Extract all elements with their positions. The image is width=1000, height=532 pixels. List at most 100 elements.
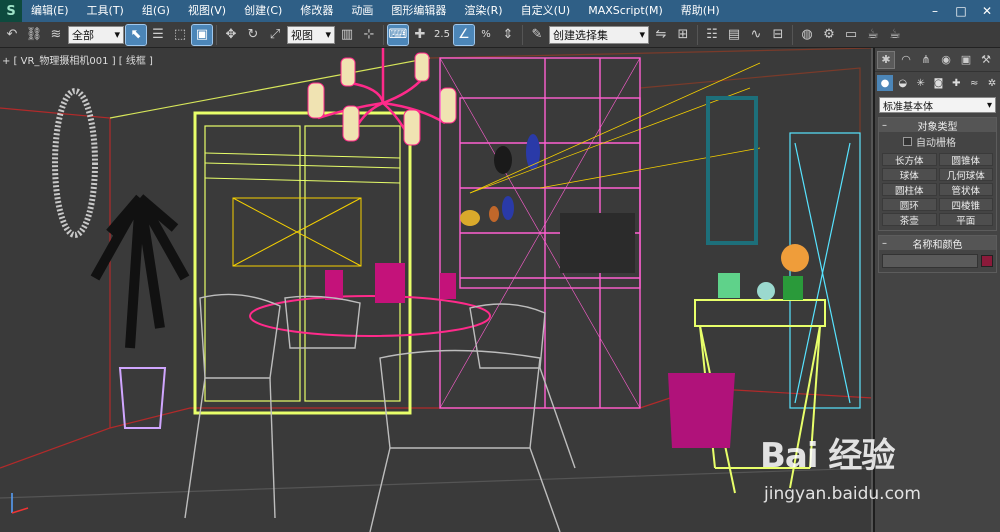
- window-crossing-icon[interactable]: ▣: [191, 23, 213, 46]
- select-move-icon[interactable]: ✥: [221, 25, 241, 45]
- menu-views[interactable]: 视图(V): [179, 0, 235, 22]
- angle-snap-icon[interactable]: 2.5: [432, 25, 452, 45]
- display-icon[interactable]: ▣: [957, 51, 975, 69]
- divider: [792, 24, 793, 45]
- select-object-icon[interactable]: ⬉: [125, 23, 147, 46]
- menu-create[interactable]: 创建(C): [235, 0, 291, 22]
- category-dropdown[interactable]: 标准基本体 ▾: [879, 97, 996, 113]
- divider: [697, 24, 698, 45]
- create-icon[interactable]: ✱: [877, 50, 895, 69]
- autogrid-row[interactable]: 自动栅格: [879, 132, 996, 151]
- teapot-button[interactable]: 茶壶: [882, 213, 937, 227]
- sphere-button[interactable]: 球体: [882, 168, 937, 182]
- utilities-icon[interactable]: ⚒: [977, 51, 995, 69]
- hierarchy-icon[interactable]: ⋔: [917, 51, 935, 69]
- plane-button[interactable]: 平面: [938, 213, 993, 227]
- helpers-icon[interactable]: ✚: [948, 75, 964, 91]
- axis-gizmo: [11, 493, 29, 514]
- render-iterative-icon[interactable]: ☕: [885, 25, 905, 45]
- name-color-row: [879, 250, 996, 272]
- mirror-icon[interactable]: ⇋: [651, 25, 671, 45]
- chevron-down-icon: ▾: [986, 99, 992, 111]
- maximize-button[interactable]: □: [948, 0, 974, 22]
- geometry-icon[interactable]: ●: [877, 75, 893, 91]
- menu-maxscript[interactable]: MAXScript(M): [579, 0, 672, 22]
- angle-snap-label: 2.5: [434, 29, 450, 40]
- systems-icon[interactable]: ✲: [984, 75, 1000, 91]
- divider: [522, 24, 523, 45]
- menu-graph-editors[interactable]: 图形编辑器: [382, 0, 455, 22]
- watermark-url: jingyan.baidu.com: [764, 484, 921, 504]
- link-icon[interactable]: ⛓: [24, 25, 44, 45]
- menu-group[interactable]: 组(G): [133, 0, 179, 22]
- pyramid-button[interactable]: 四棱锥: [938, 198, 993, 212]
- menu-rendering[interactable]: 渲染(R): [455, 0, 511, 22]
- menu-modifiers[interactable]: 修改器: [291, 0, 342, 22]
- console-vase: [783, 276, 803, 300]
- material-editor-icon[interactable]: ◍: [797, 25, 817, 45]
- cone-button[interactable]: 圆锥体: [938, 153, 993, 167]
- select-manipulate-icon[interactable]: ⊹: [359, 25, 379, 45]
- cameras-icon[interactable]: ◙: [931, 75, 947, 91]
- cylinder-button[interactable]: 圆柱体: [882, 183, 937, 197]
- angle-snap-toggle-icon[interactable]: ∠: [453, 23, 475, 46]
- layer-manager-icon[interactable]: ☷: [702, 25, 722, 45]
- lights-icon[interactable]: ✳: [913, 75, 929, 91]
- menu-tools[interactable]: 工具(T): [78, 0, 133, 22]
- undo-icon[interactable]: ↶: [2, 25, 22, 45]
- render-production-icon[interactable]: ☕: [863, 25, 883, 45]
- torus-button[interactable]: 圆环: [882, 198, 937, 212]
- minimize-button[interactable]: –: [922, 0, 948, 22]
- name-color-header[interactable]: – 名称和颜色: [879, 236, 996, 251]
- selection-filter-value: 全部: [72, 28, 94, 42]
- create-subcategory-tabs: ● ◒ ✳ ◙ ✚ ≈ ✲: [875, 72, 1000, 94]
- geosphere-button[interactable]: 几何球体: [938, 168, 993, 182]
- object-type-buttons: 长方体 圆锥体 球体 几何球体 圆柱体 管状体 圆环 四棱锥 茶壶 平面: [879, 151, 996, 230]
- app-logo-icon[interactable]: S: [0, 0, 22, 22]
- menu-animation[interactable]: 动画: [342, 0, 382, 22]
- tube-button[interactable]: 管状体: [938, 183, 993, 197]
- autogrid-checkbox[interactable]: [903, 137, 912, 146]
- ribbon-icon[interactable]: ▤: [724, 25, 744, 45]
- curve-editor-icon[interactable]: ∿: [746, 25, 766, 45]
- schematic-view-icon[interactable]: ⊟: [768, 25, 788, 45]
- viewport-label[interactable]: + [ VR_物理摄相机001 ] [ 线框 ]: [2, 52, 153, 67]
- rendered-frame-icon[interactable]: ▭: [841, 25, 861, 45]
- modify-icon[interactable]: ◠: [897, 51, 915, 69]
- snap-toggle-icon[interactable]: ✚: [410, 25, 430, 45]
- align-icon[interactable]: ⊞: [673, 25, 693, 45]
- spacewarps-icon[interactable]: ≈: [966, 75, 982, 91]
- object-name-field[interactable]: [882, 254, 978, 268]
- select-rotate-icon[interactable]: ↻: [243, 25, 263, 45]
- select-by-name-icon[interactable]: ☰: [148, 25, 168, 45]
- cabinet-decor: [460, 134, 635, 273]
- menu-customize[interactable]: 自定义(U): [512, 0, 580, 22]
- main-toolbar: ↶ ⛓ ≋ 全部 ▾ ⬉ ☰ ⬚ ▣ ✥ ↻ ⤢ 视图 ▾ ▥ ⊹ ⌨ ✚ 2.…: [0, 22, 1000, 48]
- object-type-title: 对象类型: [917, 121, 958, 133]
- bind-spacewarp-icon[interactable]: ≋: [46, 25, 66, 45]
- object-color-swatch[interactable]: [981, 255, 993, 267]
- named-selection-dropdown[interactable]: 创建选择集 ▾: [549, 25, 649, 44]
- close-button[interactable]: ✕: [974, 0, 1000, 22]
- rect-selection-icon[interactable]: ⬚: [170, 25, 190, 45]
- menu-edit[interactable]: 编辑(E): [22, 0, 78, 22]
- reference-coord-value: 视图: [291, 28, 313, 42]
- object-type-header[interactable]: – 对象类型: [879, 118, 996, 133]
- keyboard-shortcut-icon[interactable]: ⌨: [387, 23, 409, 46]
- light-rays: [469, 62, 761, 194]
- shapes-icon[interactable]: ◒: [895, 75, 911, 91]
- select-scale-icon[interactable]: ⤢: [265, 25, 285, 45]
- name-color-title: 名称和颜色: [912, 239, 963, 251]
- selection-filter-dropdown[interactable]: 全部 ▾: [68, 25, 124, 44]
- edit-named-selection-icon[interactable]: ✎: [527, 25, 547, 45]
- box-button[interactable]: 长方体: [882, 153, 937, 167]
- baidu-logo: Bai 经验: [760, 436, 895, 476]
- divider: [383, 24, 384, 45]
- spinner-snap-icon[interactable]: ⇕: [498, 25, 518, 45]
- pivot-center-icon[interactable]: ▥: [337, 25, 357, 45]
- menu-help[interactable]: 帮助(H): [672, 0, 729, 22]
- percent-snap-icon[interactable]: %: [476, 25, 496, 45]
- render-setup-icon[interactable]: ⚙: [819, 25, 839, 45]
- reference-coord-dropdown[interactable]: 视图 ▾: [287, 25, 335, 44]
- motion-icon[interactable]: ◉: [937, 51, 955, 69]
